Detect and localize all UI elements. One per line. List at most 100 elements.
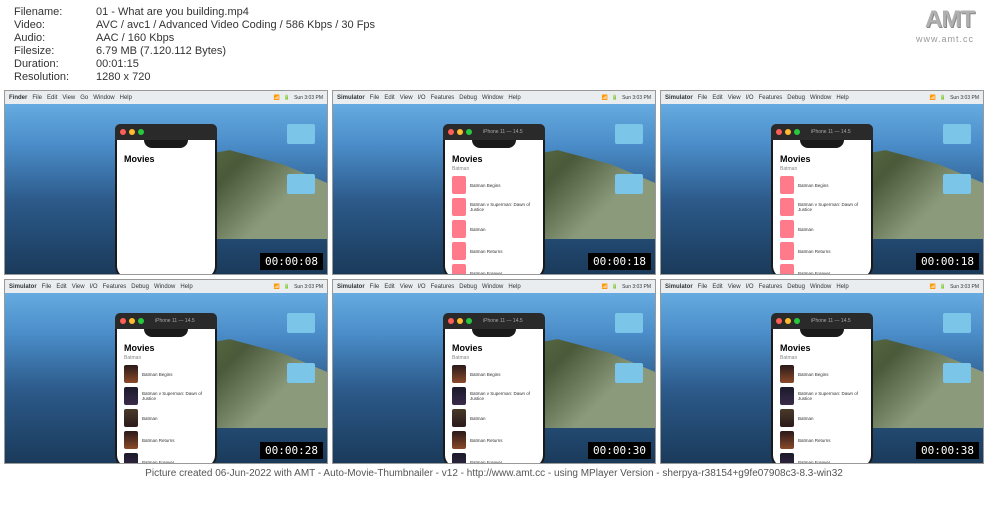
phone-screen: MoviesBatmanBatman BeginsBatman v Superm… bbox=[443, 329, 545, 464]
poster-icon bbox=[780, 365, 794, 383]
menubar-item: Window bbox=[810, 95, 831, 101]
timestamp: 00:00:38 bbox=[916, 442, 979, 459]
window-chrome: iPhone 11 — 14.5 bbox=[771, 313, 873, 329]
window-chrome: iPhone 11 — 14.5 bbox=[771, 124, 873, 140]
desktop: iPhone 11 — 14.5MoviesBatmanBatman Begin… bbox=[333, 293, 655, 463]
menubar-item: Edit bbox=[56, 284, 66, 290]
menubar-app: Simulator bbox=[665, 284, 693, 290]
menubar-item: Edit bbox=[384, 95, 394, 101]
menubar-item: Debug bbox=[459, 284, 477, 290]
audio-label: Audio: bbox=[14, 32, 96, 44]
maximize-icon bbox=[138, 318, 144, 324]
filesize-value: 6.79 MB (7.120.112 Bytes) bbox=[96, 45, 226, 57]
menubar-item: I/O bbox=[90, 284, 98, 290]
menubar-right: 📶🔋Sun 3:03 PM bbox=[274, 95, 323, 101]
phone-screen: Movies bbox=[115, 140, 217, 275]
poster-icon bbox=[452, 409, 466, 427]
menubar-app: Simulator bbox=[9, 284, 37, 290]
poster-icon bbox=[124, 453, 138, 464]
menubar-item: Features bbox=[103, 284, 127, 290]
menubar-item: I/O bbox=[746, 284, 754, 290]
notch bbox=[472, 329, 516, 337]
movie-name: Batman Returns bbox=[142, 438, 175, 443]
device-label: iPhone 11 — 14.5 bbox=[811, 129, 851, 135]
thumbnail: SimulatorFileEditViewI/OFeaturesDebugWin… bbox=[332, 279, 656, 464]
poster-icon bbox=[452, 453, 466, 464]
menubar-item: Features bbox=[759, 284, 783, 290]
simulator-window: iPhone 11 — 14.5MoviesBatmanBatman Begin… bbox=[443, 124, 545, 275]
thumbnail: SimulatorFileEditViewI/OFeaturesDebugWin… bbox=[660, 90, 984, 275]
video-value: AVC / avc1 / Advanced Video Coding / 586… bbox=[96, 19, 375, 31]
movie-name: Batman v Superman: Dawn of Justice bbox=[470, 202, 536, 212]
list-item: Batman Forever bbox=[447, 451, 541, 464]
menubar-item: Help bbox=[120, 95, 132, 101]
timestamp: 00:00:30 bbox=[588, 442, 651, 459]
menubar-item: Help bbox=[836, 284, 848, 290]
phone-screen: MoviesBatmanBatman BeginsBatman v Superm… bbox=[115, 329, 217, 464]
movie-name: Batman Begins bbox=[798, 372, 829, 377]
phone-screen: MoviesBatmanBatman BeginsBatman v Superm… bbox=[771, 140, 873, 275]
simulator-window: iPhone 11 — 14.5MoviesBatmanBatman Begin… bbox=[771, 313, 873, 464]
phone-screen: MoviesBatmanBatman BeginsBatman v Superm… bbox=[771, 329, 873, 464]
notch bbox=[144, 329, 188, 337]
menubar-item: View bbox=[62, 95, 75, 101]
movie-name: Batman bbox=[470, 227, 486, 232]
menubar-item: Features bbox=[431, 284, 455, 290]
movie-name: Batman bbox=[142, 416, 158, 421]
list-item: Batman Returns bbox=[447, 429, 541, 451]
desktop: iPhone 11 — 14.5MoviesBatmanBatman Begin… bbox=[5, 293, 327, 463]
timestamp: 00:00:18 bbox=[588, 253, 651, 270]
folder-icon bbox=[287, 363, 315, 383]
window-chrome bbox=[115, 124, 217, 140]
list-item: Batman v Superman: Dawn of Justice bbox=[119, 385, 213, 407]
movie-name: Batman v Superman: Dawn of Justice bbox=[470, 391, 536, 401]
menubar-item: Edit bbox=[47, 95, 57, 101]
close-icon bbox=[448, 318, 454, 324]
menubar-item: Edit bbox=[712, 284, 722, 290]
filesize-label: Filesize: bbox=[14, 45, 96, 57]
minimize-icon bbox=[785, 318, 791, 324]
close-icon bbox=[120, 318, 126, 324]
poster-icon bbox=[124, 409, 138, 427]
screen-title: Movies bbox=[119, 152, 213, 166]
audio-value: AAC / 160 Kbps bbox=[96, 32, 174, 44]
poster-icon bbox=[780, 409, 794, 427]
menubar-item: Help bbox=[180, 284, 192, 290]
video-label: Video: bbox=[14, 19, 96, 31]
list-item: Batman Forever bbox=[775, 262, 869, 275]
mac-menubar: SimulatorFileEditViewI/OFeaturesDebugWin… bbox=[661, 280, 983, 293]
list-item: Batman Forever bbox=[119, 451, 213, 464]
amt-url: www.amt.cc bbox=[916, 34, 974, 44]
menubar-item: Window bbox=[482, 284, 503, 290]
poster-icon bbox=[452, 176, 466, 194]
resolution-value: 1280 x 720 bbox=[96, 71, 150, 83]
folder-icon bbox=[943, 313, 971, 333]
movie-name: Batman Begins bbox=[798, 183, 829, 188]
folder-icon bbox=[615, 313, 643, 333]
movie-name: Batman Returns bbox=[798, 249, 831, 254]
menubar-item: Edit bbox=[384, 284, 394, 290]
folder-icon bbox=[615, 174, 643, 194]
menubar-right: 📶🔋Sun 3:03 PM bbox=[274, 284, 323, 290]
folder-icon bbox=[943, 363, 971, 383]
list-item: Batman bbox=[447, 407, 541, 429]
menubar-item: Go bbox=[80, 95, 88, 101]
menubar-item: I/O bbox=[418, 95, 426, 101]
list-item: Batman Begins bbox=[119, 363, 213, 385]
list-item: Batman Begins bbox=[775, 174, 869, 196]
list-item: Batman Forever bbox=[775, 451, 869, 464]
notch bbox=[144, 140, 188, 148]
menubar-item: Debug bbox=[787, 95, 805, 101]
movie-name: Batman v Superman: Dawn of Justice bbox=[798, 202, 864, 212]
menubar-app: Simulator bbox=[337, 95, 365, 101]
menubar-item: File bbox=[698, 95, 708, 101]
device-label: iPhone 11 — 14.5 bbox=[155, 318, 195, 324]
movie-name: Batman bbox=[798, 416, 814, 421]
close-icon bbox=[776, 129, 782, 135]
mac-menubar: FinderFileEditViewGoWindowHelp📶🔋Sun 3:03… bbox=[5, 91, 327, 104]
menubar-item: Help bbox=[508, 95, 520, 101]
poster-icon bbox=[452, 431, 466, 449]
menubar-item: I/O bbox=[746, 95, 754, 101]
poster-icon bbox=[780, 431, 794, 449]
menubar-item: Debug bbox=[131, 284, 149, 290]
